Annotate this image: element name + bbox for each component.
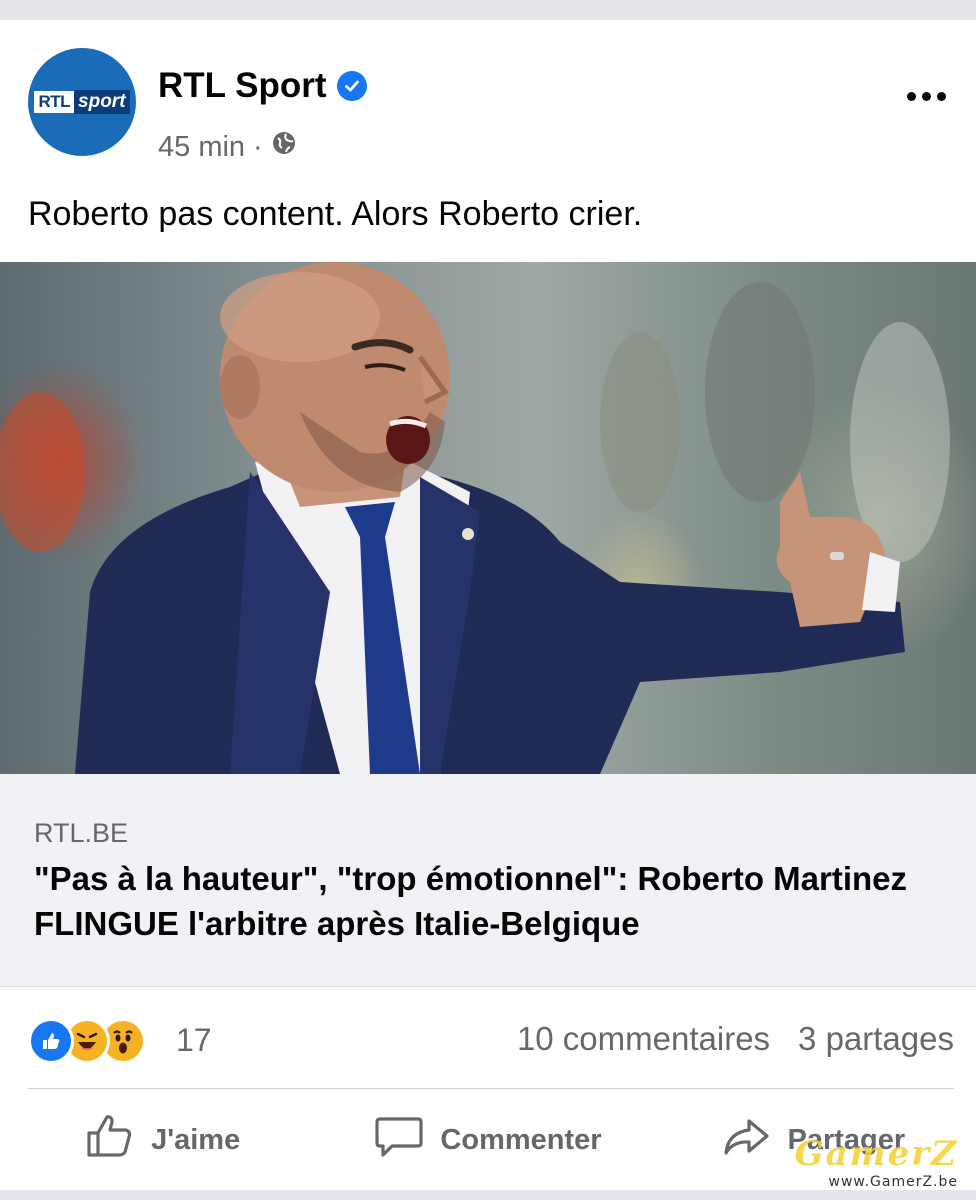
share-arrow-icon	[721, 1111, 771, 1169]
logo-sport-text: sport	[74, 90, 130, 114]
more-options-icon[interactable]	[907, 92, 946, 101]
post-meta: 45 min ·	[158, 130, 297, 164]
reactions-summary[interactable]	[28, 1018, 146, 1064]
post-text: Roberto pas content. Alors Roberto crier…	[28, 195, 643, 233]
link-preview[interactable]: RTL.BE "Pas à la hauteur", "trop émotion…	[0, 774, 976, 987]
comment-button[interactable]: Commenter	[325, 1092, 650, 1188]
stats-divider	[28, 1088, 954, 1089]
like-label: J'aime	[151, 1123, 241, 1156]
page-name-label: RTL Sport	[158, 66, 327, 105]
reaction-count[interactable]: 17	[176, 1022, 212, 1059]
post-stats: 17 10 commentaires 3 partages	[0, 988, 976, 1088]
like-button[interactable]: J'aime	[0, 1092, 325, 1188]
comment-bubble-icon	[374, 1111, 424, 1169]
watermark-brand: GamerZ	[794, 1134, 958, 1174]
watermark: GamerZ www.GamerZ.be	[795, 1134, 958, 1190]
link-headline: "Pas à la hauteur", "trop émotionnel": R…	[34, 860, 908, 942]
post-time[interactable]: 45 min	[158, 131, 245, 164]
page-name[interactable]: RTL Sport	[158, 66, 367, 106]
logo-rtl-text: RTL	[34, 91, 75, 113]
watermark-url: www.GamerZ.be	[828, 1174, 958, 1190]
page-avatar[interactable]: RTL sport	[28, 48, 136, 156]
like-reaction-icon	[28, 1018, 74, 1064]
globe-icon	[271, 130, 297, 164]
post-photo[interactable]	[0, 262, 976, 774]
comments-count[interactable]: 10 commentaires	[517, 1020, 770, 1058]
more-dot	[922, 92, 931, 101]
verified-badge-icon	[336, 71, 367, 101]
thumbs-up-icon	[85, 1111, 135, 1169]
link-domain: RTL.BE	[34, 818, 129, 848]
post-card: RTL sport RTL Sport 45 min · Roberto pas …	[0, 20, 976, 1190]
shares-count[interactable]: 3 partages	[798, 1020, 954, 1058]
meta-separator: ·	[253, 130, 263, 163]
more-dot	[937, 92, 946, 101]
engagement-counts: 10 commentaires 3 partages	[517, 1020, 954, 1058]
comment-label: Commenter	[440, 1123, 602, 1156]
post-header: RTL sport RTL Sport 45 min ·	[0, 20, 976, 170]
coach-illustration	[0, 262, 950, 774]
rtl-sport-logo: RTL sport	[32, 88, 132, 116]
more-dot	[907, 92, 916, 101]
